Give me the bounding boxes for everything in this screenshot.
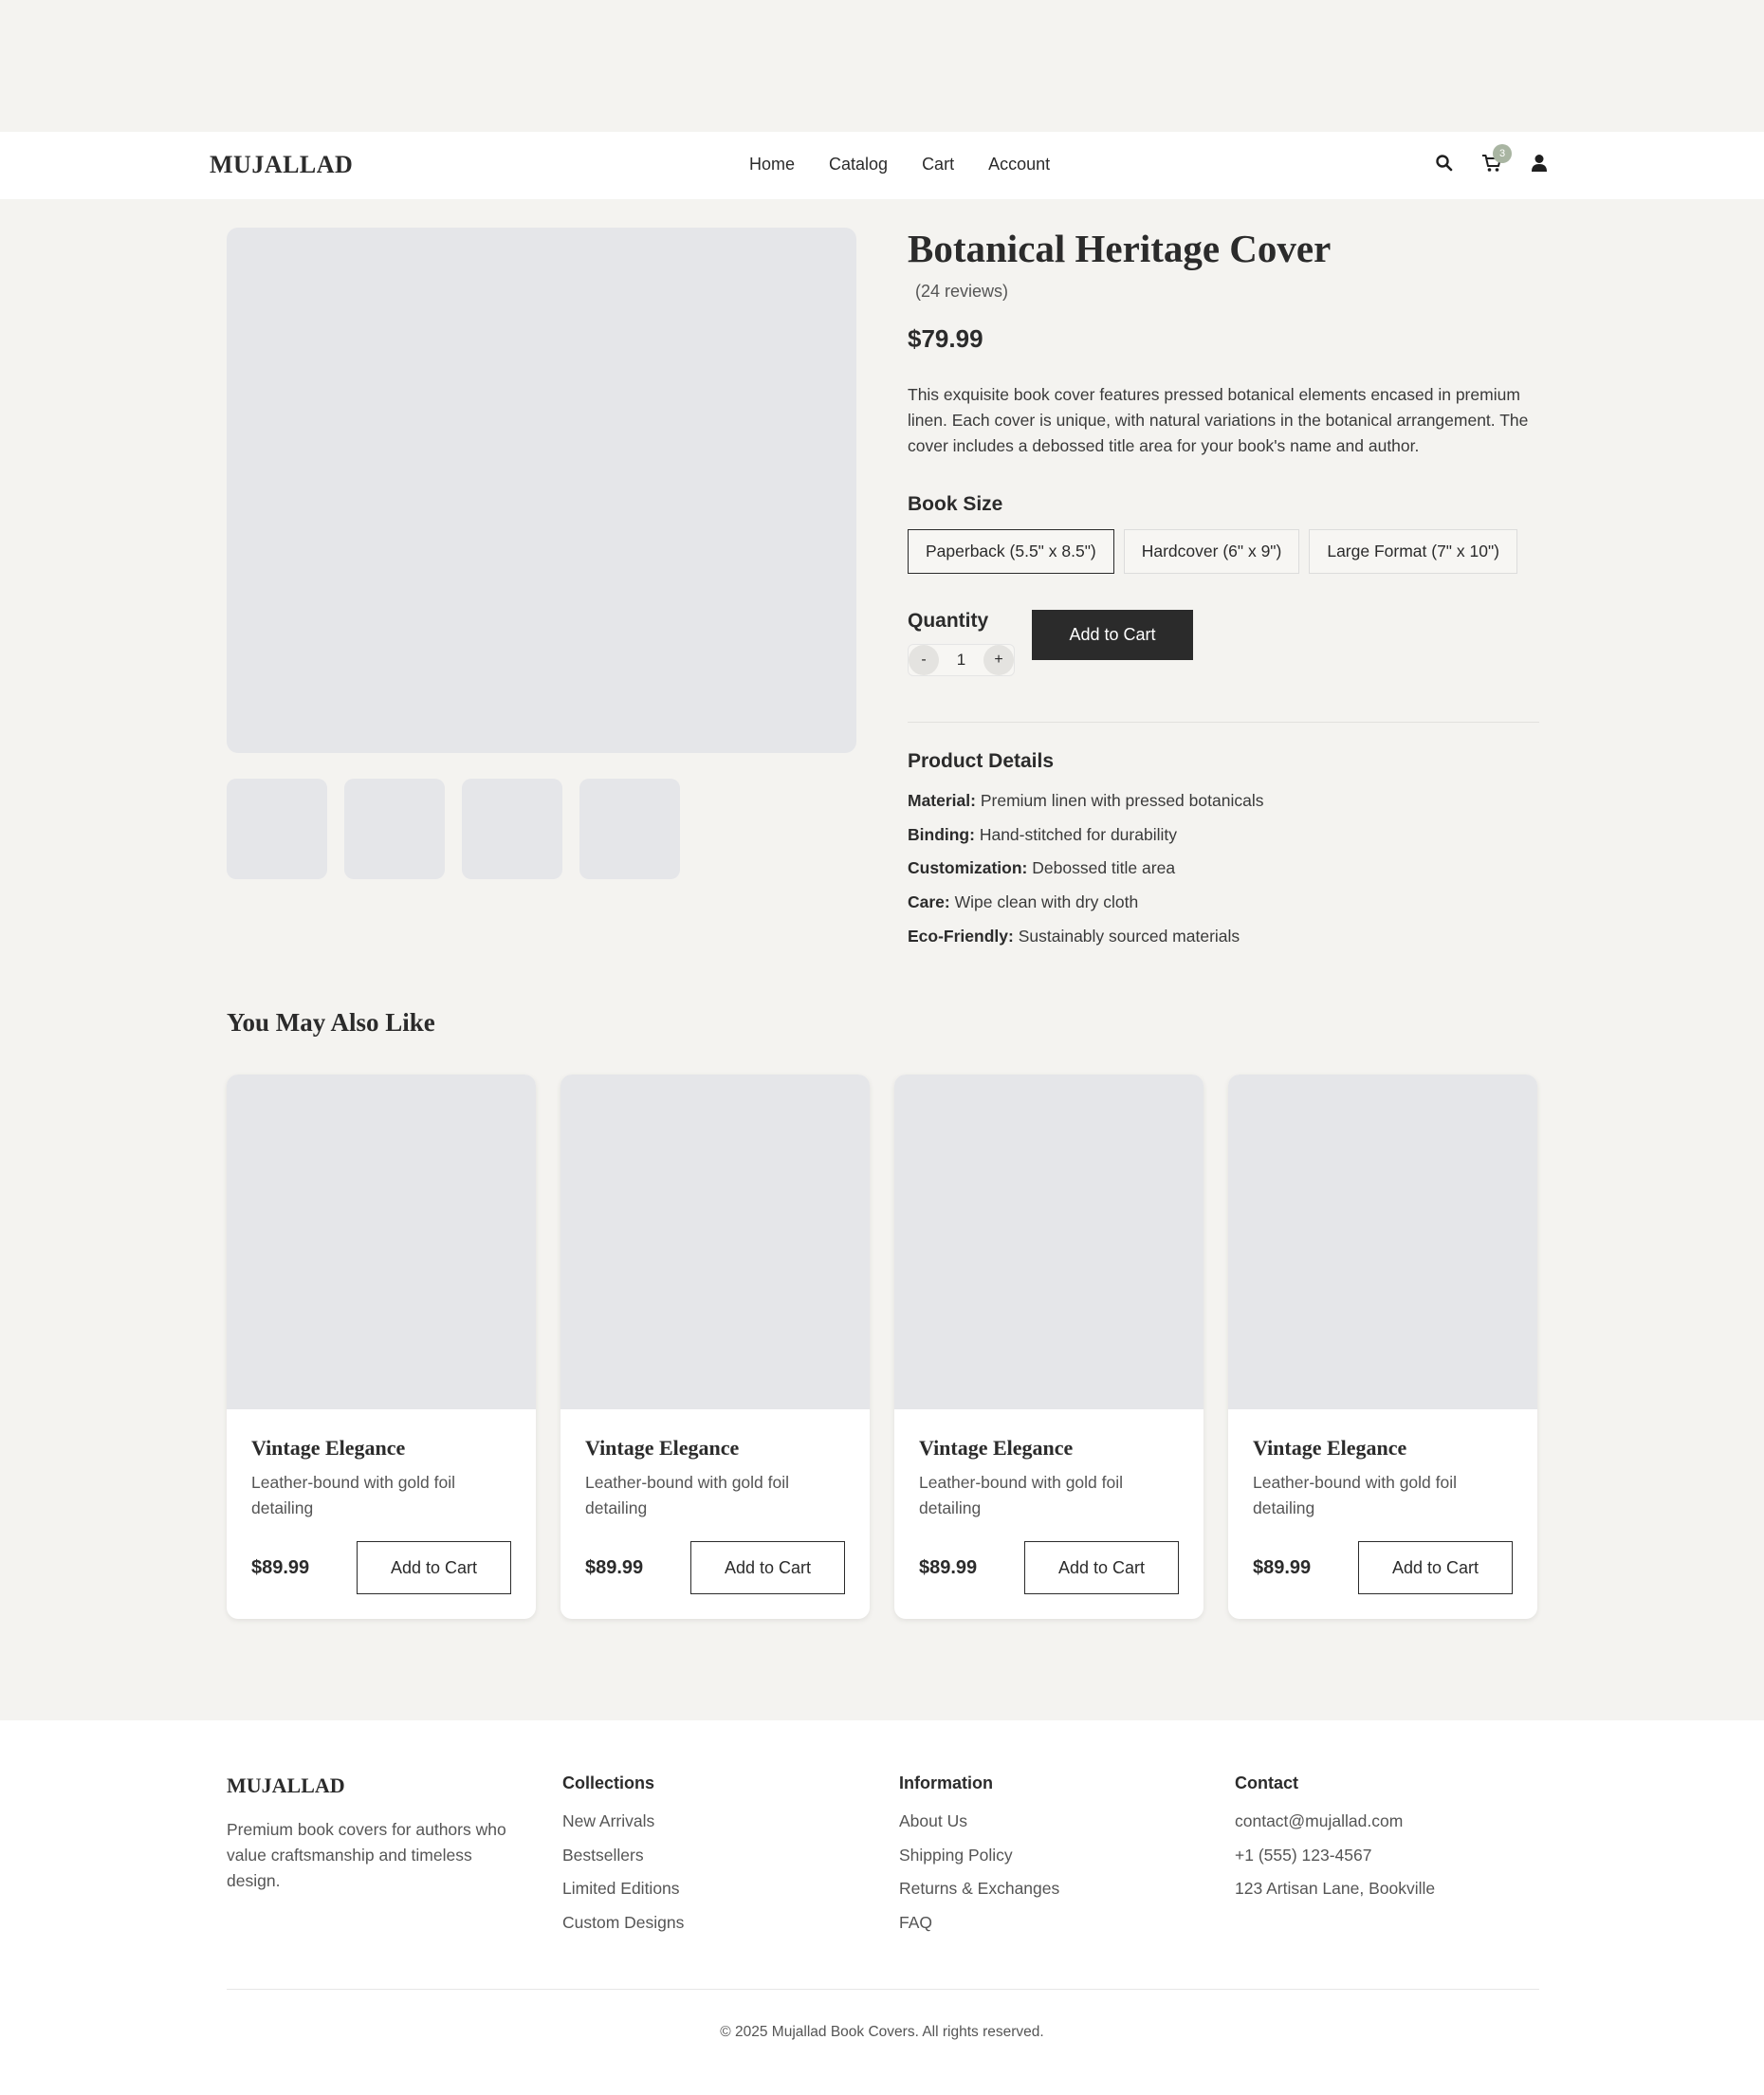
- thumbnail-1[interactable]: [227, 779, 327, 879]
- footer-link-shipping-policy[interactable]: Shipping Policy: [899, 1839, 1059, 1873]
- product-card[interactable]: Vintage Elegance Leather-bound with gold…: [1228, 1075, 1537, 1619]
- footer-information: Information About Us Shipping Policy Ret…: [899, 1773, 1059, 1939]
- product-description: This exquisite book cover features press…: [908, 385, 1529, 456]
- footer-link-new-arrivals[interactable]: New Arrivals: [562, 1805, 684, 1839]
- thumbnail-2[interactable]: [344, 779, 445, 879]
- size-option-large-format[interactable]: Large Format (7" x 10"): [1309, 529, 1518, 575]
- footer-link-returns-exchanges[interactable]: Returns & Exchanges: [899, 1872, 1059, 1906]
- site-header: MUJALLAD Home Catalog Cart Account 3: [0, 132, 1764, 199]
- footer-contact-phone[interactable]: +1 (555) 123-4567: [1235, 1839, 1435, 1873]
- product-section: Botanical Heritage Cover (24 reviews) $7…: [0, 199, 1764, 981]
- section-divider: [908, 722, 1539, 724]
- main-nav: Home Catalog Cart Account: [749, 155, 1050, 175]
- footer-about: Premium book covers for authors who valu…: [227, 1820, 506, 1890]
- size-option-paperback[interactable]: Paperback (5.5" x 8.5"): [908, 529, 1114, 575]
- detail-binding: Binding: Hand-stitched for durability: [908, 824, 1177, 844]
- product-card-price: $89.99: [585, 1556, 644, 1578]
- product-card[interactable]: Vintage Elegance Leather-bound with gold…: [560, 1075, 870, 1619]
- product-info: Botanical Heritage Cover (24 reviews) $7…: [908, 226, 1539, 953]
- nav-account[interactable]: Account: [988, 155, 1050, 175]
- footer-link-limited-editions[interactable]: Limited Editions: [562, 1872, 684, 1906]
- footer-contact-email[interactable]: contact@mujallad.com: [1235, 1805, 1435, 1839]
- quantity-decrease-button[interactable]: -: [909, 645, 939, 676]
- product-card-price: $89.99: [251, 1556, 310, 1578]
- product-card-price: $89.99: [1253, 1556, 1312, 1578]
- cart-count-badge: 3: [1493, 144, 1512, 163]
- product-card-description: Leather-bound with gold foil detailing: [1253, 1473, 1458, 1517]
- product-card-image[interactable]: [227, 1075, 536, 1409]
- product-card-description: Leather-bound with gold foil detailing: [919, 1473, 1124, 1517]
- product-card-image[interactable]: [1228, 1075, 1537, 1409]
- size-options: Paperback (5.5" x 8.5") Hardcover (6" x …: [908, 529, 1539, 575]
- related-products-grid: Vintage Elegance Leather-bound with gold…: [227, 1075, 1537, 1619]
- nav-cart[interactable]: Cart: [922, 155, 954, 175]
- size-option-hardcover[interactable]: Hardcover (6" x 9"): [1123, 529, 1300, 575]
- add-to-cart-button[interactable]: Add to Cart: [1032, 610, 1193, 661]
- footer-contact: Contact contact@mujallad.com +1 (555) 12…: [1235, 1773, 1435, 1906]
- product-title: Botanical Heritage Cover: [908, 227, 1332, 270]
- product-card-image[interactable]: [560, 1075, 870, 1409]
- quantity-row: Quantity - 1 + Add to Cart: [908, 610, 1539, 677]
- product-card[interactable]: Vintage Elegance Leather-bound with gold…: [894, 1075, 1204, 1619]
- card-add-to-cart-button[interactable]: Add to Cart: [357, 1541, 511, 1594]
- footer-heading-contact: Contact: [1235, 1773, 1298, 1792]
- related-products-title: You May Also Like: [227, 1008, 435, 1037]
- footer-brand: MUJALLAD Premium book covers for authors…: [227, 1773, 521, 1894]
- footer-link-bestsellers[interactable]: Bestsellers: [562, 1839, 684, 1873]
- product-card-image[interactable]: [894, 1075, 1204, 1409]
- user-icon[interactable]: [1527, 151, 1552, 175]
- thumbnail-4[interactable]: [579, 779, 680, 879]
- card-add-to-cart-button[interactable]: Add to Cart: [1024, 1541, 1179, 1594]
- site-logo[interactable]: MUJALLAD: [210, 151, 353, 179]
- footer-link-about-us[interactable]: About Us: [899, 1805, 1059, 1839]
- product-card-title[interactable]: Vintage Elegance: [919, 1436, 1179, 1461]
- product-card-price: $89.99: [919, 1556, 978, 1578]
- detail-care: Care: Wipe clean with dry cloth: [908, 891, 1139, 911]
- footer-heading-collections: Collections: [562, 1773, 655, 1792]
- product-card-title[interactable]: Vintage Elegance: [251, 1436, 511, 1461]
- product-main-image[interactable]: [227, 228, 856, 753]
- footer-contact-address: 123 Artisan Lane, Bookville: [1235, 1879, 1436, 1898]
- product-details-title: Product Details: [908, 750, 1055, 773]
- search-icon[interactable]: [1432, 151, 1457, 175]
- book-size-label: Book Size: [908, 493, 1003, 516]
- product-details-list: Material: Premium linen with pressed bot…: [908, 784, 1539, 953]
- product-card[interactable]: Vintage Elegance Leather-bound with gold…: [227, 1075, 536, 1619]
- quantity-increase-button[interactable]: +: [983, 645, 1014, 676]
- detail-customization: Customization: Debossed title area: [908, 858, 1176, 878]
- footer-link-custom-designs[interactable]: Custom Designs: [562, 1906, 684, 1940]
- site-footer: MUJALLAD Premium book covers for authors…: [0, 1720, 1764, 2095]
- product-card-description: Leather-bound with gold foil detailing: [251, 1473, 456, 1517]
- top-spacer: [0, 0, 1764, 132]
- quantity-stepper: - 1 +: [908, 644, 1015, 677]
- footer-divider: [227, 1989, 1539, 1990]
- product-price: $79.99: [908, 324, 983, 354]
- card-add-to-cart-button[interactable]: Add to Cart: [1358, 1541, 1513, 1594]
- quantity-label: Quantity: [908, 610, 989, 633]
- footer-link-faq[interactable]: FAQ: [899, 1906, 1059, 1940]
- header-icons: 3: [1432, 144, 1552, 175]
- nav-home[interactable]: Home: [749, 155, 795, 175]
- review-count[interactable]: (24 reviews): [915, 282, 1539, 302]
- quantity-value[interactable]: 1: [939, 651, 983, 670]
- product-card-description: Leather-bound with gold foil detailing: [585, 1473, 790, 1517]
- footer-heading-information: Information: [899, 1773, 993, 1792]
- card-add-to-cart-button[interactable]: Add to Cart: [690, 1541, 845, 1594]
- detail-material: Material: Premium linen with pressed bot…: [908, 791, 1264, 811]
- product-thumbnails: [227, 779, 680, 879]
- copyright-text: © 2025 Mujallad Book Covers. All rights …: [720, 2024, 1044, 2040]
- detail-eco-friendly: Eco-Friendly: Sustainably sourced materi…: [908, 926, 1240, 946]
- cart-icon[interactable]: 3: [1479, 144, 1512, 175]
- footer-collections: Collections New Arrivals Bestsellers Lim…: [562, 1773, 684, 1939]
- product-card-title[interactable]: Vintage Elegance: [1253, 1436, 1513, 1461]
- product-card-title[interactable]: Vintage Elegance: [585, 1436, 845, 1461]
- footer-logo[interactable]: MUJALLAD: [227, 1773, 521, 1798]
- nav-catalog[interactable]: Catalog: [829, 155, 888, 175]
- thumbnail-3[interactable]: [462, 779, 562, 879]
